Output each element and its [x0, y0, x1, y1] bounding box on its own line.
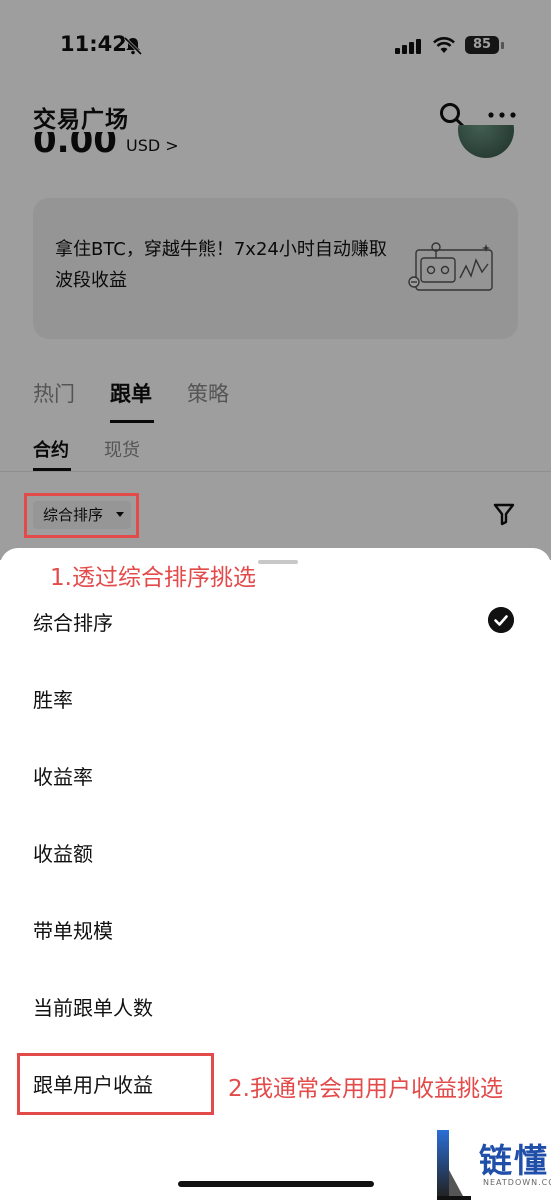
sort-option-win-rate[interactable]: 胜率: [33, 684, 73, 713]
app-screen: 11:42 85 交易广场 0.00 USD > 拿住BTC，穿越牛熊！7x24…: [0, 0, 551, 1200]
sort-option-return-amount[interactable]: 收益额: [33, 838, 93, 867]
home-indicator[interactable]: [178, 1181, 374, 1187]
sort-option-current-followers[interactable]: 当前跟单人数: [33, 992, 153, 1021]
sort-option-return-rate[interactable]: 收益率: [33, 761, 93, 790]
watermark-logo: 链懂 NEATDOWN.COM: [433, 1130, 551, 1200]
annotation-highlight-sort: [24, 493, 139, 538]
watermark-subtext: NEATDOWN.COM: [483, 1178, 551, 1187]
watermark-text: 链懂: [479, 1141, 549, 1180]
watermark-l-glyph: [437, 1130, 471, 1200]
checkmark-icon: [488, 607, 514, 633]
sort-option-composite[interactable]: 综合排序: [33, 607, 113, 636]
sort-option-lead-size[interactable]: 带单规模: [33, 915, 113, 944]
annotation-note-2: 2.我通常会用用户收益挑选: [228, 1076, 503, 1102]
modal-backdrop[interactable]: [0, 0, 551, 560]
sheet-grabber[interactable]: [258, 560, 298, 564]
annotation-note-1: 1.透过综合排序挑选: [50, 565, 256, 591]
annotation-highlight-follower-profit: [17, 1053, 214, 1115]
